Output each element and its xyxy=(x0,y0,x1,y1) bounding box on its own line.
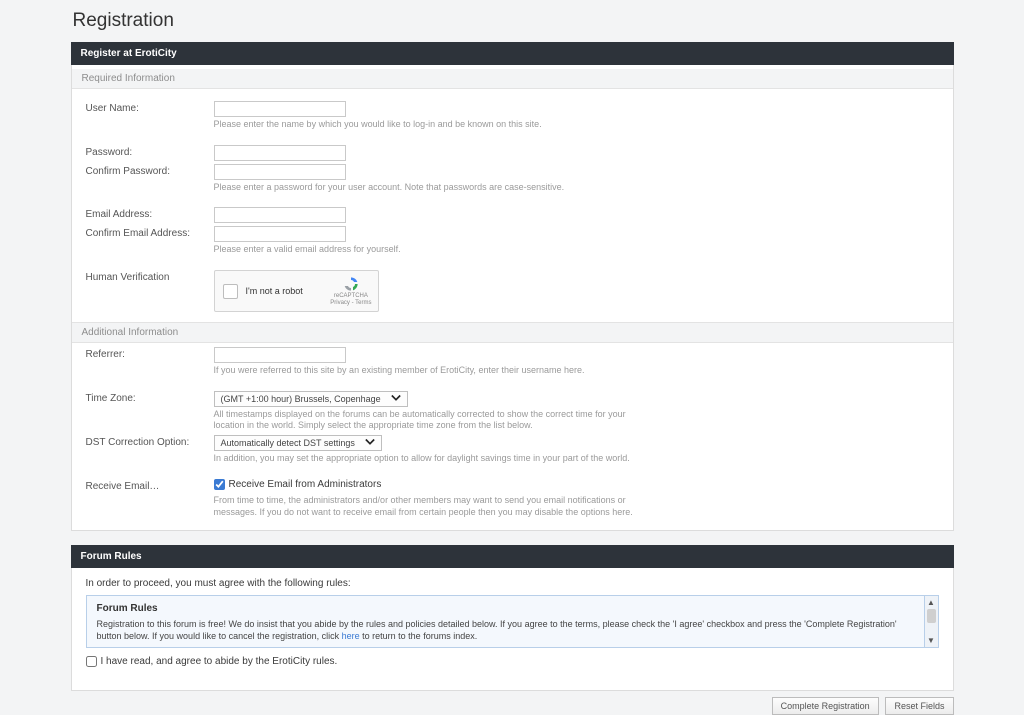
button-bar: Complete Registration Reset Fields xyxy=(71,697,954,715)
forum-rules-panel: In order to proceed, you must agree with… xyxy=(71,568,954,691)
confirm-password-label: Confirm Password: xyxy=(86,164,214,194)
receive-email-hint: From time to time, the administrators an… xyxy=(214,495,634,518)
scroll-up-icon[interactable]: ▲ xyxy=(925,598,938,607)
reset-fields-button[interactable]: Reset Fields xyxy=(885,697,953,715)
recaptcha-checkbox[interactable] xyxy=(223,284,238,299)
forum-rules-para1: Registration to this forum is free! We d… xyxy=(97,618,914,642)
email-hint: Please enter a valid email address for y… xyxy=(214,244,634,256)
agree-checkbox[interactable] xyxy=(86,656,97,667)
referrer-label: Referrer: xyxy=(86,347,214,377)
dst-value: Automatically detect DST settings xyxy=(221,438,355,448)
referrer-hint: If you were referred to this site by an … xyxy=(214,365,634,377)
complete-registration-button[interactable]: Complete Registration xyxy=(772,697,879,715)
register-panel: Required Information User Name: Please e… xyxy=(71,65,954,531)
confirm-email-input[interactable] xyxy=(214,226,346,242)
username-input[interactable] xyxy=(214,101,346,117)
confirm-email-label: Confirm Email Address: xyxy=(86,226,214,256)
forum-rules-intro: In order to proceed, you must agree with… xyxy=(72,568,953,595)
receive-email-checkbox[interactable] xyxy=(214,479,225,490)
scroll-down-icon[interactable]: ▼ xyxy=(925,636,938,645)
rules-scrollbar[interactable]: ▲ ▼ xyxy=(925,595,939,648)
timezone-hint: All timestamps displayed on the forums c… xyxy=(214,409,634,432)
password-label: Password: xyxy=(86,145,214,161)
receive-email-option[interactable]: Receive Email from Administrators xyxy=(214,479,382,490)
referrer-input[interactable] xyxy=(214,347,346,363)
required-info-section: Required Information xyxy=(72,69,953,89)
recaptcha-text: I'm not a robot xyxy=(238,286,331,296)
page-title: Registration xyxy=(73,10,954,32)
dst-label: DST Correction Option: xyxy=(86,435,214,465)
chevron-down-icon xyxy=(365,438,375,448)
forum-rules-here-link[interactable]: here xyxy=(342,631,360,641)
email-label: Email Address: xyxy=(86,207,214,223)
timezone-value: (GMT +1:00 hour) Brussels, Copenhage xyxy=(221,394,381,404)
dst-select[interactable]: Automatically detect DST settings xyxy=(214,435,382,451)
forum-rules-header: Forum Rules xyxy=(71,545,954,568)
timezone-label: Time Zone: xyxy=(86,391,214,432)
recaptcha-logo: reCAPTCHA Privacy - Terms xyxy=(330,276,371,306)
agree-label: I have read, and agree to abide by the E… xyxy=(101,656,338,667)
scroll-thumb[interactable] xyxy=(927,609,936,623)
password-input[interactable] xyxy=(214,145,346,161)
confirm-password-input[interactable] xyxy=(214,164,346,180)
captcha-label: Human Verification xyxy=(86,270,214,312)
email-input[interactable] xyxy=(214,207,346,223)
timezone-select[interactable]: (GMT +1:00 hour) Brussels, Copenhage xyxy=(214,391,408,407)
agree-row[interactable]: I have read, and agree to abide by the E… xyxy=(86,656,338,667)
additional-info-section: Additional Information xyxy=(72,322,953,343)
recaptcha-icon xyxy=(342,276,360,292)
recaptcha-widget[interactable]: I'm not a robot reCAPTCHA Privacy - Term… xyxy=(214,270,379,312)
register-header: Register at ErotiCity xyxy=(71,42,954,65)
receive-email-label: Receive Email… xyxy=(86,479,214,518)
username-label: User Name: xyxy=(86,101,214,131)
chevron-down-icon xyxy=(391,394,401,404)
forum-rules-box: Forum Rules Registration to this forum i… xyxy=(86,595,925,648)
password-hint: Please enter a password for your user ac… xyxy=(214,182,634,194)
forum-rules-para2: Although the administrators and moderato… xyxy=(97,646,914,648)
username-hint: Please enter the name by which you would… xyxy=(214,119,634,131)
dst-hint: In addition, you may set the appropriate… xyxy=(214,453,634,465)
receive-email-option-label: Receive Email from Administrators xyxy=(229,479,382,490)
forum-rules-title: Forum Rules xyxy=(97,602,914,616)
